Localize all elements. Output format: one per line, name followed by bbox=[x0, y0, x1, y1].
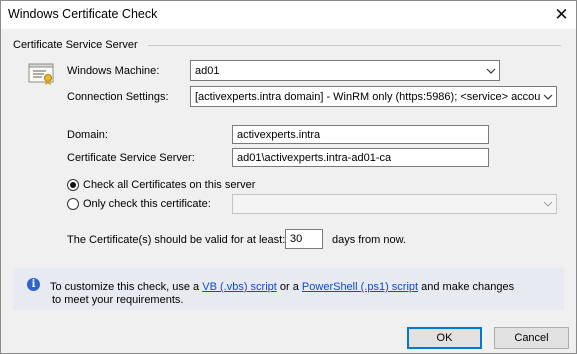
group-label: Certificate Service Server bbox=[13, 39, 138, 51]
dialog-title: Windows Certificate Check bbox=[8, 7, 158, 21]
group-divider bbox=[148, 45, 561, 46]
dialog-window: Windows Certificate Check ✕ Certificate … bbox=[0, 0, 577, 354]
cert-server-field[interactable]: ad01\activexperts.intra-ad01-ca bbox=[232, 148, 489, 167]
domain-field[interactable]: activexperts.intra bbox=[232, 125, 489, 144]
info-text-2: or a bbox=[279, 281, 299, 293]
close-button[interactable]: ✕ bbox=[547, 1, 576, 29]
connection-settings-label: Connection Settings: bbox=[67, 91, 169, 103]
connection-settings-value: [activexperts.intra domain] - WinRM only… bbox=[195, 90, 540, 103]
validity-days-field[interactable]: 30 bbox=[285, 229, 323, 249]
info-text-3: and make changes bbox=[421, 281, 515, 293]
info-text-1: To customize this check, use a bbox=[50, 281, 200, 293]
info-icon: i bbox=[27, 278, 40, 291]
powershell-script-link[interactable]: PowerShell (.ps1) script bbox=[302, 281, 418, 293]
chevron-down-icon bbox=[540, 94, 556, 100]
vb-script-link[interactable]: VB (.vbs) script bbox=[202, 281, 277, 293]
info-text-4: to meet your requirements. bbox=[52, 294, 184, 306]
ok-button[interactable]: OK bbox=[407, 327, 482, 349]
radio-only-this[interactable] bbox=[67, 198, 79, 210]
cert-server-label: Certificate Service Server: bbox=[67, 152, 195, 164]
domain-label: Domain: bbox=[67, 129, 108, 141]
close-icon: ✕ bbox=[554, 5, 569, 24]
chevron-down-icon bbox=[483, 68, 499, 74]
validity-suffix: days from now. bbox=[332, 234, 406, 246]
chevron-down-icon bbox=[540, 201, 556, 207]
radio-check-all[interactable] bbox=[67, 179, 79, 191]
windows-machine-value: ad01 bbox=[195, 64, 220, 77]
connection-settings-combo[interactable]: [activexperts.intra domain] - WinRM only… bbox=[190, 86, 557, 107]
certificate-icon bbox=[28, 63, 54, 85]
radio-selected-dot bbox=[70, 182, 76, 188]
radio-check-all-label[interactable]: Check all Certificates on this server bbox=[83, 179, 255, 191]
radio-only-this-label[interactable]: Only check this certificate: bbox=[83, 198, 211, 210]
certificate-select[interactable] bbox=[232, 194, 557, 214]
info-line-1: To customize this check, use a VB (.vbs)… bbox=[50, 281, 514, 293]
validity-label: The Certificate(s) should be valid for a… bbox=[67, 234, 286, 246]
windows-machine-label: Windows Machine: bbox=[67, 65, 160, 77]
cancel-button[interactable]: Cancel bbox=[494, 327, 569, 349]
windows-machine-combo[interactable]: ad01 bbox=[190, 60, 500, 81]
